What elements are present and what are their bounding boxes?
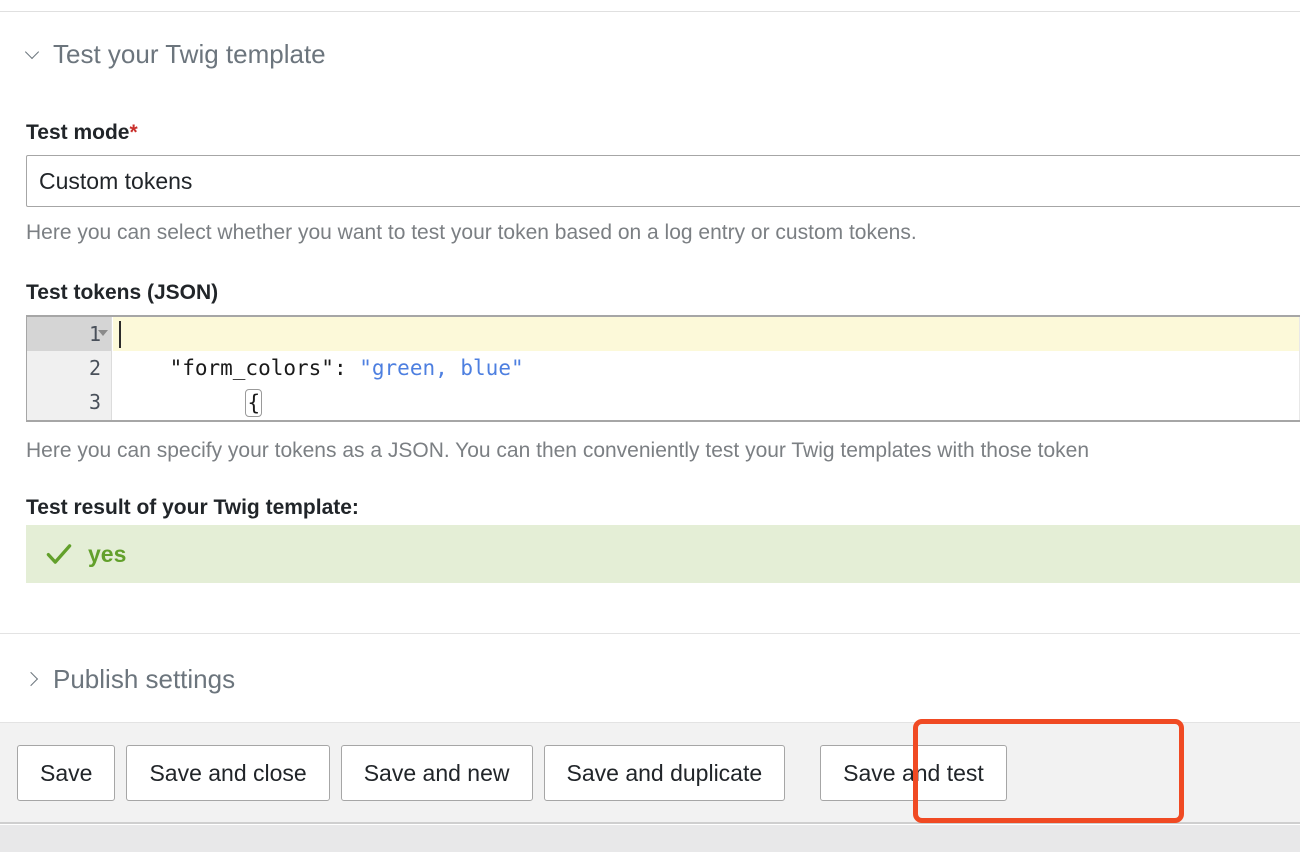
footer-strip — [0, 825, 1300, 852]
test-mode-select[interactable]: Custom tokens — [26, 155, 1300, 207]
top-divider — [0, 11, 1300, 12]
test-result-label: Test result of your Twig template: — [26, 496, 359, 519]
section-title-publish: Publish settings — [53, 664, 236, 694]
divider-above-publish-settings — [0, 633, 1300, 634]
test-mode-selected-value: Custom tokens — [39, 167, 193, 194]
code-fold-toggle-icon[interactable] — [98, 330, 108, 336]
save-and-duplicate-button[interactable]: Save and duplicate — [543, 744, 786, 801]
json-code-editor[interactable]: 1 2 3 { "form_colors": "green, blue" — [26, 315, 1300, 422]
page-root: Test your Twig template Test mode* Custo… — [0, 0, 1300, 852]
gutter-line-2-label: 2 — [88, 356, 101, 380]
editor-code-area[interactable]: { "form_colors": "green, blue" } — [113, 317, 1300, 420]
action-bar: Save Save and close Save and new Save an… — [0, 723, 1300, 824]
save-and-close-button[interactable]: Save and close — [126, 744, 330, 801]
save-and-new-button[interactable]: Save and new — [340, 744, 533, 801]
gutter-line-number[interactable]: 2 — [27, 351, 111, 385]
check-icon — [46, 544, 72, 564]
test-mode-label: Test mode* — [26, 122, 138, 143]
test-mode-help-text: Here you can select whether you want to … — [26, 221, 917, 244]
section-title-test: Test your Twig template — [53, 39, 326, 69]
code-string-value: "green, blue" — [359, 356, 524, 380]
save-and-test-button[interactable]: Save and test — [820, 744, 1007, 801]
save-and-test-button-wrapper: Save and test — [806, 733, 1021, 813]
code-separator: : — [333, 356, 360, 380]
gutter-line-3-label: 3 — [88, 390, 101, 414]
section-header-publish-settings[interactable]: Publish settings — [26, 666, 235, 692]
code-line: { — [113, 317, 1300, 417]
code-line: } — [113, 385, 1300, 419]
gutter-line-number[interactable]: 1 — [27, 317, 111, 351]
section-header-test-your-twig-template[interactable]: Test your Twig template — [26, 41, 326, 67]
test-tokens-help-text: Here you can specify your tokens as a JS… — [26, 439, 1090, 462]
chevron-right-icon — [26, 672, 40, 686]
code-key: "form_colors" — [169, 356, 334, 380]
test-result-status-text: yes — [88, 540, 127, 567]
test-result-box: yes — [26, 525, 1300, 583]
editor-gutter: 1 2 3 — [27, 317, 112, 420]
test-tokens-label: Test tokens (JSON) — [26, 281, 219, 304]
text-cursor — [119, 321, 121, 348]
required-marker: * — [129, 121, 138, 144]
save-button[interactable]: Save — [17, 744, 116, 801]
code-line: "form_colors": "green, blue" — [113, 351, 1300, 385]
test-mode-label-text: Test mode — [26, 121, 130, 144]
gutter-line-number[interactable]: 3 — [27, 385, 111, 419]
chevron-down-icon — [26, 47, 40, 61]
